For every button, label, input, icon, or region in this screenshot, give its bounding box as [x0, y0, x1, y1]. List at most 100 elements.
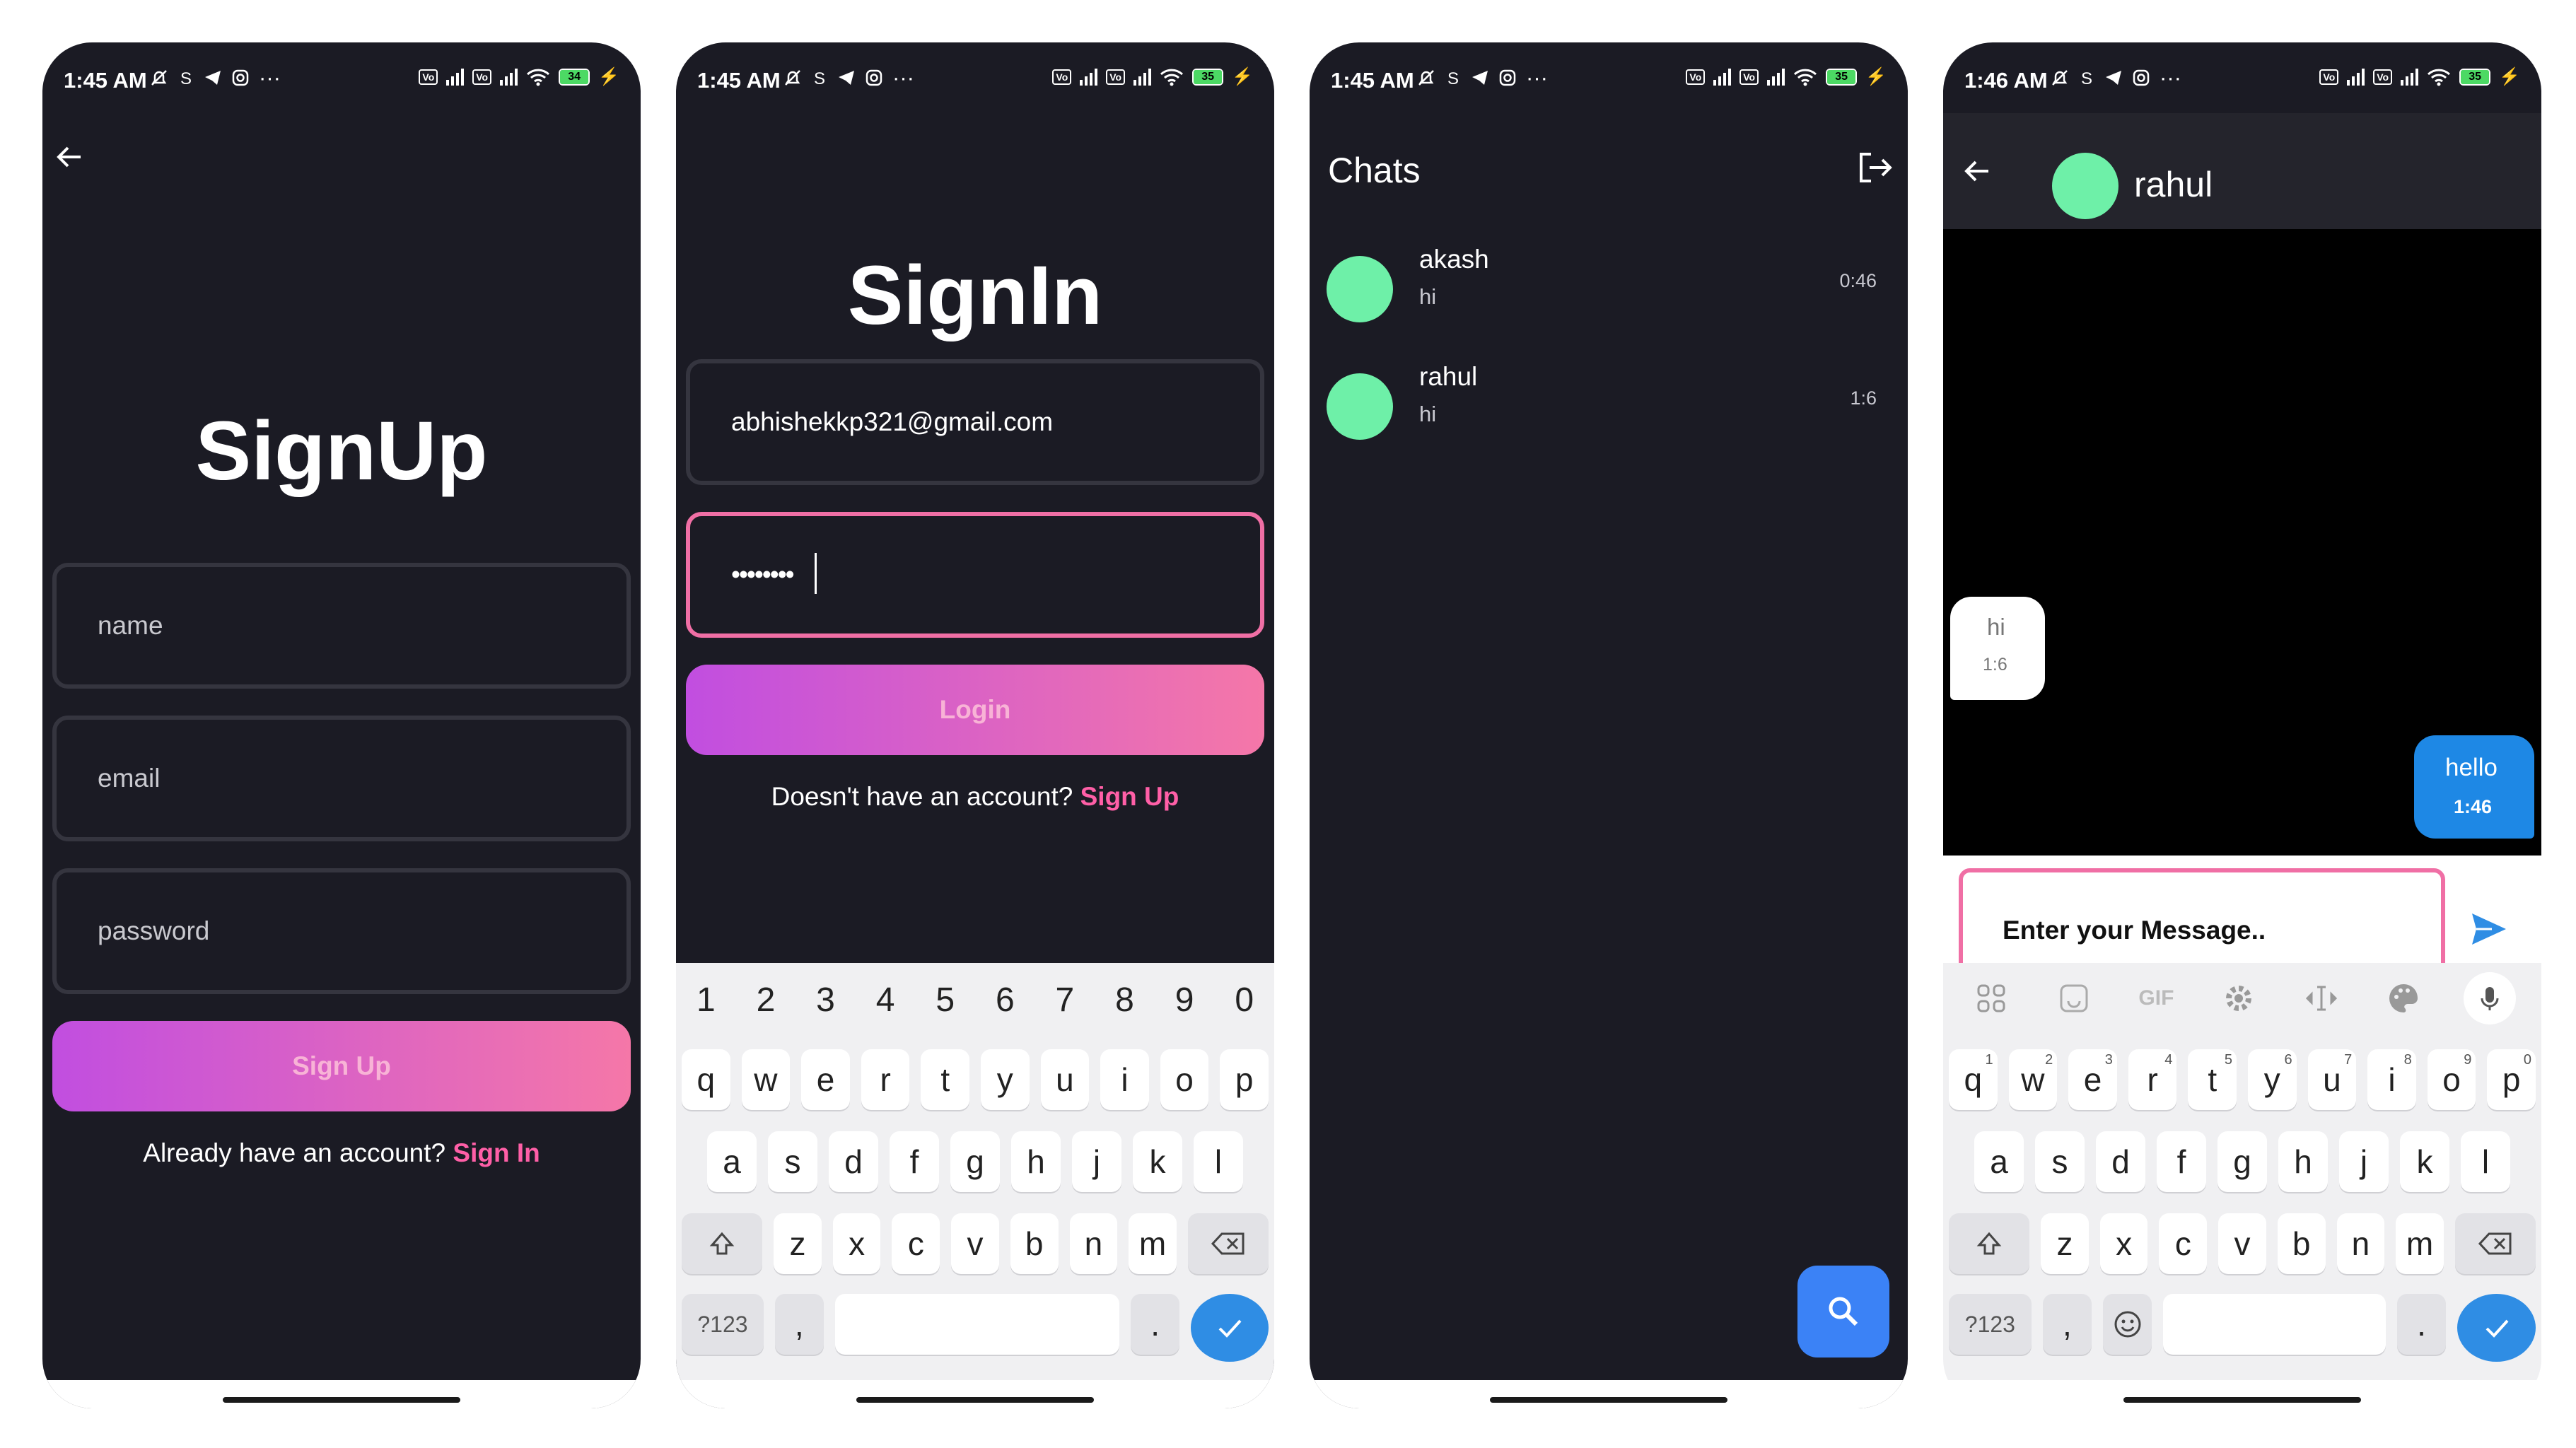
key-d[interactable]: d: [2096, 1131, 2145, 1192]
key-l[interactable]: l: [2461, 1131, 2510, 1192]
home-indicator[interactable]: [1490, 1397, 1727, 1403]
home-indicator[interactable]: [223, 1397, 460, 1403]
chat-list-item[interactable]: rahul hi 1:6: [1310, 346, 1908, 460]
back-arrow-icon[interactable]: [1960, 154, 1994, 188]
key-r[interactable]: r4: [2128, 1049, 2177, 1110]
key-5[interactable]: 5: [921, 971, 969, 1028]
key-n[interactable]: n: [2336, 1213, 2385, 1274]
key-0[interactable]: 0: [1220, 971, 1269, 1028]
key-i[interactable]: i8: [2367, 1049, 2416, 1110]
key-q[interactable]: q1: [1949, 1049, 1998, 1110]
gear-icon[interactable]: [2216, 980, 2261, 1017]
key-g[interactable]: g: [950, 1131, 1000, 1192]
shift-key[interactable]: [682, 1213, 763, 1274]
enter-key[interactable]: [2457, 1294, 2536, 1362]
key-q[interactable]: q: [682, 1049, 730, 1110]
key-z[interactable]: z: [2041, 1213, 2089, 1274]
key-c[interactable]: c: [892, 1213, 940, 1274]
back-arrow-icon[interactable]: [52, 140, 86, 174]
comma-key[interactable]: ,: [774, 1294, 824, 1355]
key-y[interactable]: y: [981, 1049, 1030, 1110]
shift-key[interactable]: [1949, 1213, 2030, 1274]
key-o[interactable]: o9: [2427, 1049, 2476, 1110]
sign-up-button[interactable]: Sign Up: [52, 1021, 631, 1111]
key-u[interactable]: u: [1040, 1049, 1090, 1110]
email-field[interactable]: email: [52, 716, 631, 841]
key-f[interactable]: f: [2157, 1131, 2206, 1192]
key-a[interactable]: a: [707, 1131, 757, 1192]
key-9[interactable]: 9: [1160, 971, 1209, 1028]
key-v[interactable]: v: [2218, 1213, 2266, 1274]
key-k[interactable]: k: [1133, 1131, 1182, 1192]
symbols-key[interactable]: ?123: [682, 1294, 764, 1355]
comma-key[interactable]: ,: [2042, 1294, 2092, 1355]
palette-icon[interactable]: [2381, 980, 2426, 1017]
key-c[interactable]: c: [2159, 1213, 2208, 1274]
key-m[interactable]: m: [2396, 1213, 2444, 1274]
space-key[interactable]: [834, 1294, 1120, 1355]
key-u[interactable]: u7: [2307, 1049, 2357, 1110]
key-p[interactable]: p0: [2487, 1049, 2536, 1110]
key-1[interactable]: 1: [682, 971, 730, 1028]
key-j[interactable]: j: [1072, 1131, 1121, 1192]
backspace-key[interactable]: [2454, 1213, 2536, 1274]
key-y[interactable]: y6: [2248, 1049, 2297, 1110]
key-4[interactable]: 4: [861, 971, 910, 1028]
key-j[interactable]: j: [2339, 1131, 2389, 1192]
key-b[interactable]: b: [2277, 1213, 2326, 1274]
key-o[interactable]: o: [1160, 1049, 1209, 1110]
symbols-key[interactable]: ?123: [1949, 1294, 2032, 1355]
key-t[interactable]: t: [921, 1049, 969, 1110]
key-x[interactable]: x: [2099, 1213, 2148, 1274]
space-key[interactable]: [2163, 1294, 2386, 1355]
home-indicator[interactable]: [2123, 1397, 2361, 1403]
key-h[interactable]: h: [1011, 1131, 1061, 1192]
key-8[interactable]: 8: [1100, 971, 1149, 1028]
key-e[interactable]: e: [801, 1049, 850, 1110]
key-7[interactable]: 7: [1041, 971, 1090, 1028]
key-g[interactable]: g: [2217, 1131, 2267, 1192]
send-icon[interactable]: [2468, 908, 2510, 950]
key-n[interactable]: n: [1069, 1213, 1118, 1274]
logout-icon[interactable]: [1855, 148, 1894, 187]
name-field[interactable]: name: [52, 563, 631, 689]
email-field[interactable]: abhishekkp321@gmail.com: [686, 359, 1264, 485]
key-s[interactable]: s: [2035, 1131, 2085, 1192]
key-t[interactable]: t5: [2188, 1049, 2237, 1110]
key-h[interactable]: h: [2278, 1131, 2328, 1192]
key-w[interactable]: w: [741, 1049, 791, 1110]
key-w[interactable]: w2: [2008, 1049, 2058, 1110]
search-button[interactable]: [1797, 1266, 1889, 1358]
key-p[interactable]: p: [1220, 1049, 1269, 1110]
key-d[interactable]: d: [829, 1131, 878, 1192]
sign-up-link[interactable]: Sign Up: [1080, 782, 1179, 811]
key-f[interactable]: f: [890, 1131, 939, 1192]
sign-in-link[interactable]: Sign In: [453, 1138, 540, 1167]
chat-list-item[interactable]: akash hi 0:46: [1310, 229, 1908, 342]
sticker-icon[interactable]: [2051, 980, 2097, 1017]
emoji-key[interactable]: [2103, 1294, 2152, 1355]
key-v[interactable]: v: [951, 1213, 999, 1274]
key-2[interactable]: 2: [742, 971, 791, 1028]
mic-button[interactable]: [2463, 972, 2516, 1024]
password-field[interactable]: ••••••••: [686, 512, 1264, 638]
key-b[interactable]: b: [1010, 1213, 1059, 1274]
key-k[interactable]: k: [2400, 1131, 2449, 1192]
key-e[interactable]: e3: [2068, 1049, 2117, 1110]
key-m[interactable]: m: [1129, 1213, 1177, 1274]
key-x[interactable]: x: [832, 1213, 881, 1274]
key-3[interactable]: 3: [801, 971, 850, 1028]
key-6[interactable]: 6: [981, 971, 1030, 1028]
backspace-key[interactable]: [1187, 1213, 1269, 1274]
key-r[interactable]: r: [861, 1049, 910, 1110]
key-a[interactable]: a: [1974, 1131, 2024, 1192]
period-key[interactable]: .: [2396, 1294, 2447, 1355]
cursor-move-icon[interactable]: [2299, 980, 2344, 1017]
home-indicator[interactable]: [856, 1397, 1094, 1403]
key-z[interactable]: z: [774, 1213, 822, 1274]
password-field[interactable]: password: [52, 868, 631, 994]
key-l[interactable]: l: [1194, 1131, 1243, 1192]
gif-button[interactable]: GIF: [2133, 986, 2179, 1010]
enter-key[interactable]: [1191, 1294, 1269, 1362]
key-i[interactable]: i: [1100, 1049, 1149, 1110]
